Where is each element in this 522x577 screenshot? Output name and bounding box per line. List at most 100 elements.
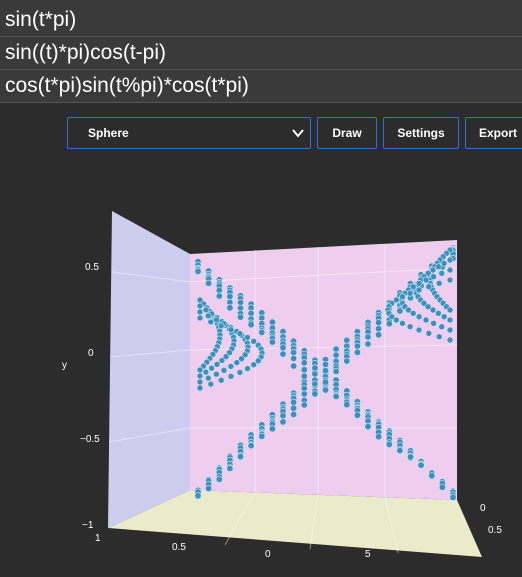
scatter-point (226, 464, 234, 472)
scatter-point (233, 359, 241, 366)
formula-row-2 (0, 37, 522, 70)
scatter-point (213, 316, 220, 324)
scatter-point (409, 309, 417, 317)
scatter-point (236, 330, 244, 337)
scatter-point (430, 319, 437, 327)
scatter-point (220, 366, 228, 374)
scatter-point (415, 326, 423, 334)
scatter-point (446, 276, 454, 284)
scatter-point (415, 279, 423, 287)
scatter-point (415, 313, 423, 321)
scatter-point (321, 378, 329, 386)
scatter-point (332, 392, 340, 400)
scatter-point (446, 306, 454, 314)
scatter-point (196, 384, 204, 392)
scatter-point (311, 364, 319, 372)
z-tick-1: 1 (95, 533, 101, 544)
draw-button[interactable]: Draw (317, 117, 377, 149)
shape-select[interactable]: Sphere (67, 117, 311, 149)
y-tick-0: 0 (88, 348, 94, 359)
scatter-point (446, 336, 454, 344)
scatter-point (440, 313, 448, 321)
scatter-point (268, 425, 276, 433)
scatter-point (202, 306, 210, 314)
scatter-point (205, 484, 213, 492)
scatter-point (438, 483, 446, 491)
scatter-point (375, 318, 383, 326)
scatter-point (415, 286, 423, 294)
scatter-point (332, 367, 340, 375)
settings-button[interactable]: Settings (383, 117, 459, 149)
z-tick-0: 0 (265, 549, 271, 560)
scatter-point (321, 360, 329, 368)
scatter-point (207, 380, 215, 388)
scatter-point (300, 366, 308, 374)
scatter-point (449, 493, 457, 501)
plot-3d[interactable]: 0.5 0 −0.5 −1 y 1 0.5 0 5 0 0.5 (0, 160, 522, 577)
z-tick-5: 5 (365, 549, 371, 560)
scatter-point (438, 323, 446, 331)
scatter-point (375, 433, 383, 441)
formula-row-1 (0, 4, 522, 37)
scatter-point (202, 368, 210, 376)
scatter-point (215, 292, 223, 300)
scatter-point (430, 273, 437, 281)
scatter-point (446, 316, 454, 324)
scatter-point (208, 364, 215, 372)
scatter-point (446, 266, 454, 274)
scatter-point (417, 461, 425, 469)
scatter-point (196, 372, 204, 380)
scatter-point (217, 376, 225, 384)
scatter-point (268, 338, 276, 346)
shape-select-value[interactable]: Sphere (67, 117, 311, 149)
scatter-point (226, 304, 234, 312)
scatter-point (244, 365, 251, 372)
scatter-point (250, 361, 257, 369)
scatter-point (247, 321, 255, 329)
scatter-point (279, 350, 287, 358)
scatter-point (446, 326, 454, 334)
scatter-point (364, 340, 372, 348)
scatter-point (194, 267, 202, 275)
scatter-point (205, 374, 212, 382)
scatter-point (343, 401, 351, 409)
scatter-point (422, 276, 430, 284)
scatter-point (385, 440, 393, 448)
scatter-point (213, 370, 220, 378)
y-tick-neg-0.5: −0.5 (80, 434, 100, 445)
scatter-point (217, 322, 225, 330)
formula-input-3[interactable] (0, 70, 522, 102)
formula-input-1[interactable] (0, 4, 522, 36)
scatter-point (215, 475, 223, 483)
scatter-point (207, 318, 215, 326)
scatter-point (290, 404, 298, 412)
scatter-point (300, 390, 308, 398)
scatter-point (237, 313, 245, 321)
scatter-point (205, 279, 213, 287)
formula-row-3 (0, 70, 522, 103)
scatter-point (227, 326, 235, 334)
x-tick-0: 0 (480, 503, 486, 514)
scatter-point (406, 453, 414, 461)
scatter-point (435, 309, 442, 317)
scatter-point (300, 372, 308, 380)
scatter-point (321, 386, 329, 394)
scatter-point (364, 333, 372, 341)
scatter-point (425, 329, 433, 337)
scatter-point (353, 411, 361, 419)
export-button[interactable]: Export (465, 117, 522, 149)
scatter-point (399, 319, 406, 327)
scatter-point (364, 423, 372, 431)
scatter-point (311, 380, 319, 388)
formula-input-2[interactable] (0, 37, 522, 69)
scatter-point (435, 263, 442, 271)
scatter-point (435, 333, 443, 341)
scatter-point (237, 453, 245, 461)
controls-bar: Sphere Draw Settings Export (67, 117, 522, 149)
scatter-point (290, 410, 298, 418)
scatter-point (399, 293, 406, 301)
scatter-point (218, 357, 226, 364)
scatter-point (196, 378, 204, 386)
scatter-point (205, 312, 212, 320)
scatter-point (196, 302, 204, 310)
